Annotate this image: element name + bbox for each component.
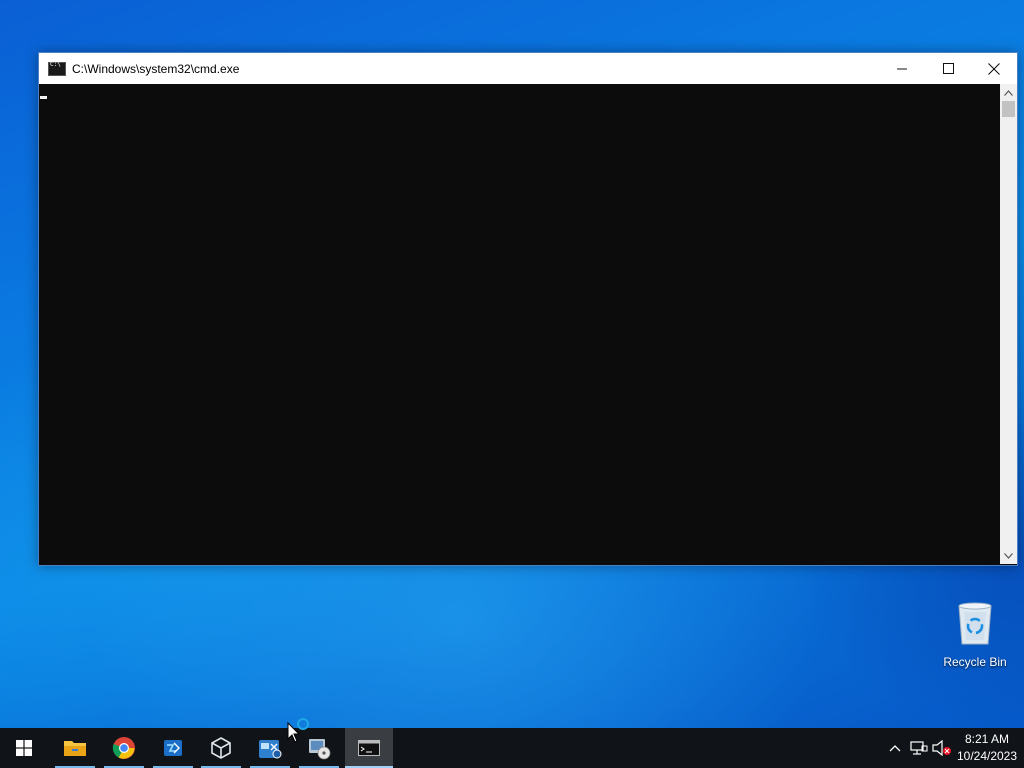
- show-hidden-icons-button[interactable]: [884, 728, 906, 768]
- terminal-icon: [358, 740, 380, 756]
- windows-logo-icon: [16, 740, 32, 756]
- taskbar-virtualbox[interactable]: [197, 728, 245, 768]
- volume-tray-icon[interactable]: [931, 728, 953, 768]
- chevron-up-icon: [1004, 89, 1013, 96]
- network-app-icon: [164, 740, 182, 756]
- folder-icon: [64, 741, 86, 756]
- maximize-button[interactable]: [925, 53, 971, 84]
- text-cursor: [40, 96, 47, 99]
- window-title: C:\Windows\system32\cmd.exe: [72, 61, 240, 76]
- settings-app-icon: [259, 740, 282, 759]
- title-bar[interactable]: C:\Windows\system32\cmd.exe: [39, 53, 1017, 84]
- taskbar-network-app[interactable]: [149, 728, 197, 768]
- vertical-scrollbar[interactable]: [1000, 84, 1017, 564]
- chevron-down-icon: [1004, 552, 1013, 559]
- cmd-window[interactable]: C:\Windows\system32\cmd.exe: [38, 52, 1018, 566]
- taskbar-file-explorer[interactable]: [51, 728, 99, 768]
- taskbar-clock[interactable]: 8:21 AM 10/24/2023: [952, 731, 1022, 765]
- recycle-bin-label: Recycle Bin: [943, 655, 1007, 669]
- cube-icon: [211, 737, 231, 759]
- taskbar-chrome[interactable]: [100, 728, 148, 768]
- scroll-up-button[interactable]: [1000, 84, 1017, 101]
- taskbar: 8:21 AM 10/24/2023: [0, 728, 1024, 768]
- recycle-bin[interactable]: Recycle Bin: [938, 600, 1012, 669]
- close-icon: [988, 62, 1000, 75]
- clock-time: 8:21 AM: [964, 732, 1010, 746]
- chevron-up-icon: [889, 745, 901, 752]
- clock-date: 10/24/2023: [956, 749, 1018, 763]
- minimize-icon: [897, 68, 907, 69]
- scroll-thumb[interactable]: [1002, 101, 1015, 117]
- scroll-down-button[interactable]: [1000, 547, 1017, 564]
- cmd-app-icon[interactable]: [48, 61, 66, 76]
- network-icon: [910, 741, 928, 755]
- maximize-icon: [942, 63, 954, 74]
- mouse-pointer-icon: [287, 718, 309, 743]
- chrome-icon: [112, 737, 135, 759]
- network-tray-icon[interactable]: [908, 728, 930, 768]
- console-area[interactable]: [39, 84, 1000, 564]
- recycle-bin-icon: [958, 602, 992, 645]
- volume-muted-icon: [932, 740, 951, 756]
- start-button[interactable]: [0, 728, 48, 768]
- taskbar-cmd[interactable]: [345, 728, 393, 768]
- close-button[interactable]: [971, 53, 1017, 84]
- minimize-button[interactable]: [879, 53, 925, 84]
